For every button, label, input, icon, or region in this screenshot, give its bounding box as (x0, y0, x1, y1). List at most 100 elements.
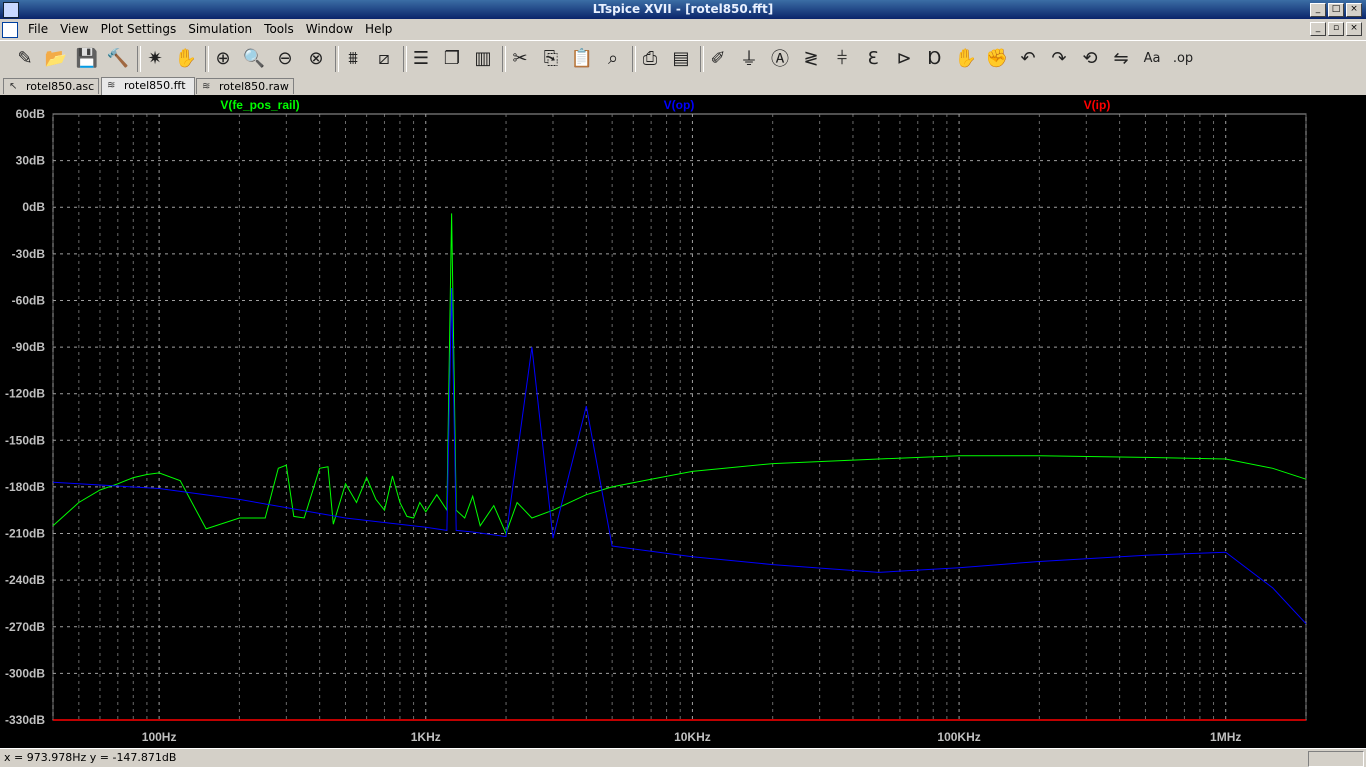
find-icon[interactable]: ⌕ (600, 45, 626, 71)
window-controls: _ □ × (1310, 3, 1362, 17)
print-icon[interactable]: ⎙ (637, 45, 663, 71)
x-tick-label: 1KHz (411, 730, 441, 744)
undo-icon[interactable]: ↶ (1015, 45, 1041, 71)
menu-items: File View Plot Settings Simulation Tools Wind… (22, 22, 398, 36)
move-icon[interactable]: ✋ (953, 45, 979, 71)
tab-label: rotel850.fft (124, 79, 186, 92)
label-icon[interactable]: Ⓐ (767, 45, 793, 71)
toolbar-separator (403, 46, 407, 72)
ground-icon[interactable]: ⏚ (736, 45, 762, 71)
zoom-out-icon[interactable]: ⊖ (272, 45, 298, 71)
document-tabs: ↖ rotel850.asc ≋ rotel850.fft ≋ rotel850.raw (0, 77, 1366, 95)
menu-help[interactable]: Help (359, 22, 398, 36)
series-line-v-fe-pos-rail-[interactable] (52, 213, 1307, 535)
y-tick-label: -180dB (5, 480, 45, 494)
cut-icon[interactable]: ✂ (507, 45, 533, 71)
tile-horizontal-icon[interactable]: ☰ (408, 45, 434, 71)
zoom-cancel-icon[interactable]: ⊗ (303, 45, 329, 71)
status-panel (1308, 751, 1364, 767)
inductor-icon[interactable]: Ɛ (860, 45, 886, 71)
control-panel-icon[interactable]: 🔨 (105, 45, 131, 71)
menu-plot-settings[interactable]: Plot Settings (95, 22, 183, 36)
capacitor-icon[interactable]: ⫩ (829, 45, 855, 71)
y-tick-label: -330dB (5, 713, 45, 727)
plot-frame (52, 113, 1307, 721)
waveform-tab-icon: ≋ (202, 81, 211, 92)
redo-icon[interactable]: ↷ (1046, 45, 1072, 71)
toolbar-separator (205, 46, 209, 72)
trace-legend-label[interactable]: V(fe_pos_rail) (220, 98, 299, 112)
y-tick-label: 30dB (16, 154, 46, 168)
toolbar-separator (502, 46, 506, 72)
trace-legend-label[interactable]: V(op) (664, 98, 695, 112)
rotate-icon[interactable]: ⟲ (1077, 45, 1103, 71)
tab-label: rotel850.raw (219, 80, 289, 93)
series-line-v-op-[interactable] (52, 287, 1307, 625)
pan-icon[interactable]: ✋ (173, 45, 199, 71)
mdi-close-button[interactable]: × (1346, 22, 1362, 36)
minimize-button[interactable]: _ (1310, 3, 1326, 17)
wire-icon[interactable]: ✐ (705, 45, 731, 71)
mirror-icon[interactable]: ⇋ (1108, 45, 1134, 71)
y-tick-label: -60dB (12, 293, 46, 307)
y-tick-label: -150dB (5, 433, 45, 447)
y-tick-label: -300dB (5, 666, 45, 680)
new-schematic-icon[interactable]: ✎ (12, 45, 38, 71)
x-tick-label: 1MHz (1210, 730, 1241, 744)
tab-rotel850-asc[interactable]: ↖ rotel850.asc (3, 78, 99, 94)
y-tick-label: -210dB (5, 527, 45, 541)
menu-tools[interactable]: Tools (258, 22, 300, 36)
zoom-area-icon[interactable]: 🔍 (241, 45, 267, 71)
component-icon[interactable]: Ɒ (922, 45, 948, 71)
tab-rotel850-fft[interactable]: ≋ rotel850.fft (101, 77, 195, 95)
tile-vertical-icon[interactable]: ▥ (470, 45, 496, 71)
copy-icon[interactable]: ⎘ (538, 45, 564, 71)
mdi-controls: _ ▫ × (1310, 22, 1362, 36)
mdi-restore-button[interactable]: ▫ (1328, 22, 1344, 36)
menu-bar: File View Plot Settings Simulation Tools Wind… (0, 19, 1366, 40)
text-icon[interactable]: Aa (1139, 45, 1165, 71)
toolbar-separator (700, 46, 704, 72)
tab-label: rotel850.asc (26, 80, 95, 93)
status-bar: x = 973.978Hz y = -147.871dB (0, 748, 1366, 767)
tab-rotel850-raw[interactable]: ≋ rotel850.raw (196, 78, 294, 94)
mdi-minimize-button[interactable]: _ (1310, 22, 1326, 36)
print-preview-icon[interactable]: ▤ (668, 45, 694, 71)
zoom-in-icon[interactable]: ⊕ (210, 45, 236, 71)
title-bar: LTspice XVII - [rotel850.fft] _ □ × (0, 0, 1366, 19)
close-button[interactable]: × (1346, 3, 1362, 17)
schematic-tab-icon: ↖ (9, 81, 18, 92)
y-tick-label: 0dB (22, 200, 45, 214)
y-tick-label: -120dB (5, 387, 45, 401)
autorange-icon[interactable]: ⩩ (340, 45, 366, 71)
run-icon[interactable]: ✷ (142, 45, 168, 71)
y-tick-label: -240dB (5, 573, 45, 587)
y-tick-label: 60dB (16, 107, 46, 121)
resistor-icon[interactable]: ≷ (798, 45, 824, 71)
toolbar-separator (632, 46, 636, 72)
fft-icon[interactable]: ⧄ (371, 45, 397, 71)
open-icon[interactable]: 📂 (43, 45, 69, 71)
x-tick-label: 100KHz (937, 730, 980, 744)
y-tick-label: -90dB (12, 340, 46, 354)
maximize-button[interactable]: □ (1328, 3, 1344, 17)
x-tick-label: 100Hz (142, 730, 177, 744)
menu-simulation[interactable]: Simulation (182, 22, 258, 36)
menu-view[interactable]: View (54, 22, 94, 36)
waveform-plot-area[interactable]: 60dB 30dB 0dB -30dB -60dB -90dB -120dB -150dB -1… (0, 95, 1366, 748)
diode-icon[interactable]: ⊳ (891, 45, 917, 71)
waveform-tab-icon: ≋ (107, 80, 116, 91)
toolbar: ✎ 📂 💾 🔨 ✷ ✋ ⊕ 🔍 ⊖ ⊗ ⩩ ⧄ ☰ ❐ ▥ ✂ ⎘ 📋 ⌕ ⎙ ▤ ✐ ⏚ Ⓐ ≷ ⫩ Ɛ ⊳ Ɒ ✋ ✊ ↶ ↷ ⟲ ⇋ Aa .op (0, 40, 1366, 78)
document-menu-icon[interactable] (2, 22, 18, 38)
paste-icon[interactable]: 📋 (569, 45, 595, 71)
menu-window[interactable]: Window (300, 22, 359, 36)
cascade-icon[interactable]: ❐ (439, 45, 465, 71)
window-title: LTspice XVII - [rotel850.fft] (592, 2, 774, 16)
trace-legend-label[interactable]: V(ip) (1084, 98, 1111, 112)
fft-chart[interactable]: 60dB 30dB 0dB -30dB -60dB -90dB -120dB -150dB -1… (0, 95, 1366, 748)
save-icon[interactable]: 💾 (74, 45, 100, 71)
spice-directive-icon[interactable]: .op (1170, 45, 1196, 71)
drag-icon[interactable]: ✊ (984, 45, 1010, 71)
menu-file[interactable]: File (22, 22, 54, 36)
toolbar-separator (335, 46, 339, 72)
